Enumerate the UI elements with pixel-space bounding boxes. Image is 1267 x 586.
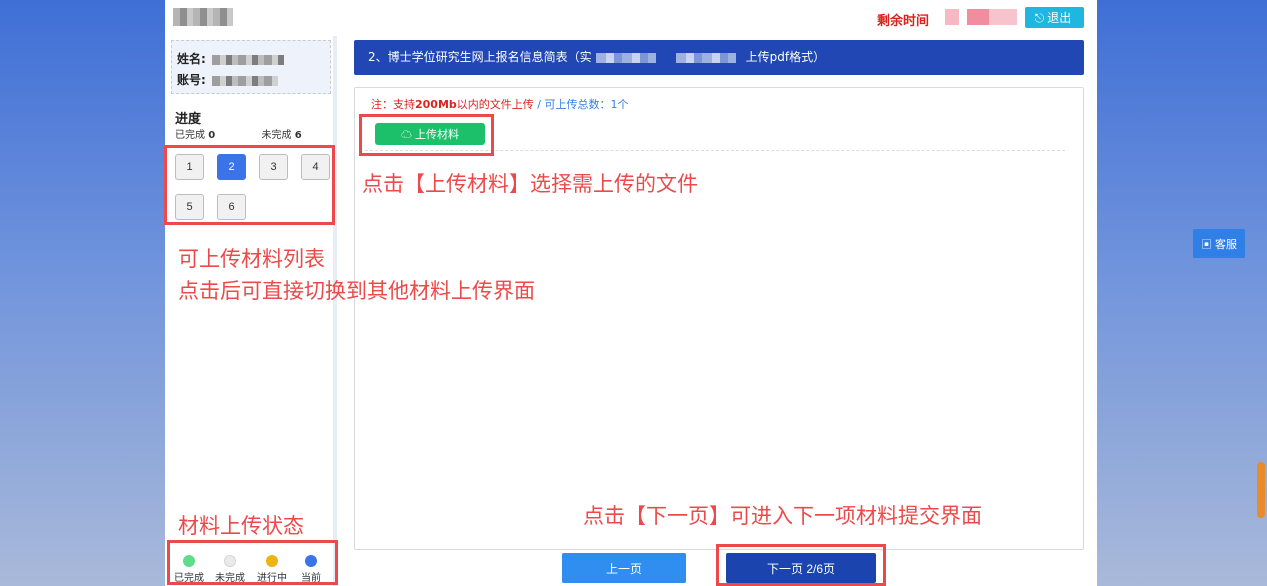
exit-label: 退出 xyxy=(1047,11,1072,25)
logout-icon: ⎋ xyxy=(1034,11,1045,25)
completed-label: 已完成 xyxy=(175,130,205,141)
chat-icon: ▣ xyxy=(1200,238,1212,251)
user-name-value xyxy=(211,54,284,65)
account-label: 账号: xyxy=(177,73,206,87)
annotation-status-hint: 材料上传状态 xyxy=(178,514,304,538)
upload-area: 注：支持200Mb以内的文件上传 / 可上传总数：1个 ☁ 上传材料 xyxy=(354,87,1084,550)
remaining-time-label: 剩余时间 xyxy=(877,14,930,29)
user-name-row: 姓名: xyxy=(177,50,284,67)
top-bar: 剩余时间 ⎋ 退出 xyxy=(165,0,1097,36)
user-account-row: 账号: xyxy=(177,71,278,88)
annotation-list-hint-1: 可上传材料列表 xyxy=(178,247,325,271)
user-info-card: 姓名: 账号: xyxy=(171,40,331,94)
annotation-box-status-legend xyxy=(167,540,338,585)
sidebar: 姓名: 账号: 进度 已完成 0 未完成 6 1 2 3 4 5 6 已完成 未… xyxy=(165,36,337,586)
progress-stats: 已完成 0 未完成 6 xyxy=(175,126,302,141)
redacted-text xyxy=(595,52,656,63)
annotation-upload-hint: 点击【上传材料】选择需上传的文件 xyxy=(362,172,698,196)
annotation-box-next-button xyxy=(716,544,886,586)
user-account-value xyxy=(211,75,278,86)
material-title: 2、博士学位研究生网上报名信息简表（实 xyxy=(368,50,592,64)
upload-note: 注：支持200Mb以内的文件上传 / 可上传总数：1个 xyxy=(371,96,629,112)
scrollbar[interactable] xyxy=(1257,462,1265,518)
note-mid: 以内的文件上传 xyxy=(456,98,534,111)
customer-service-button[interactable]: ▣ 客服 xyxy=(1193,229,1245,258)
remaining-time-value xyxy=(945,9,1017,25)
logo xyxy=(173,8,233,26)
annotation-box-upload xyxy=(359,114,494,156)
note-count: / 可上传总数：1个 xyxy=(533,98,629,111)
annotation-list-hint-2: 点击后可直接切换到其他材料上传界面 xyxy=(178,279,535,303)
annotation-box-material-list xyxy=(164,145,335,225)
redacted-text xyxy=(675,52,736,63)
note-size: 200Mb xyxy=(415,98,457,111)
note-prefix: 注：支持 xyxy=(371,98,415,111)
progress-title: 进度 xyxy=(175,112,202,127)
pending-count: 6 xyxy=(294,130,302,141)
material-title-bar: 2、博士学位研究生网上报名信息简表（实 上传pdf格式） xyxy=(354,40,1084,75)
exit-button[interactable]: ⎋ 退出 xyxy=(1025,7,1084,28)
annotation-next-hint: 点击【下一页】可进入下一项材料提交界面 xyxy=(583,504,982,528)
prev-page-button[interactable]: 上一页 xyxy=(562,553,686,583)
material-title-suffix: 上传pdf格式） xyxy=(745,50,826,64)
name-label: 姓名: xyxy=(177,52,206,66)
exam-page: 剩余时间 ⎋ 退出 姓名: 账号: 进度 已完成 0 未完成 6 1 2 3 4 … xyxy=(164,0,1097,586)
pending-label: 未完成 xyxy=(261,130,292,141)
service-label: 客服 xyxy=(1215,238,1238,251)
completed-count: 0 xyxy=(208,130,216,141)
